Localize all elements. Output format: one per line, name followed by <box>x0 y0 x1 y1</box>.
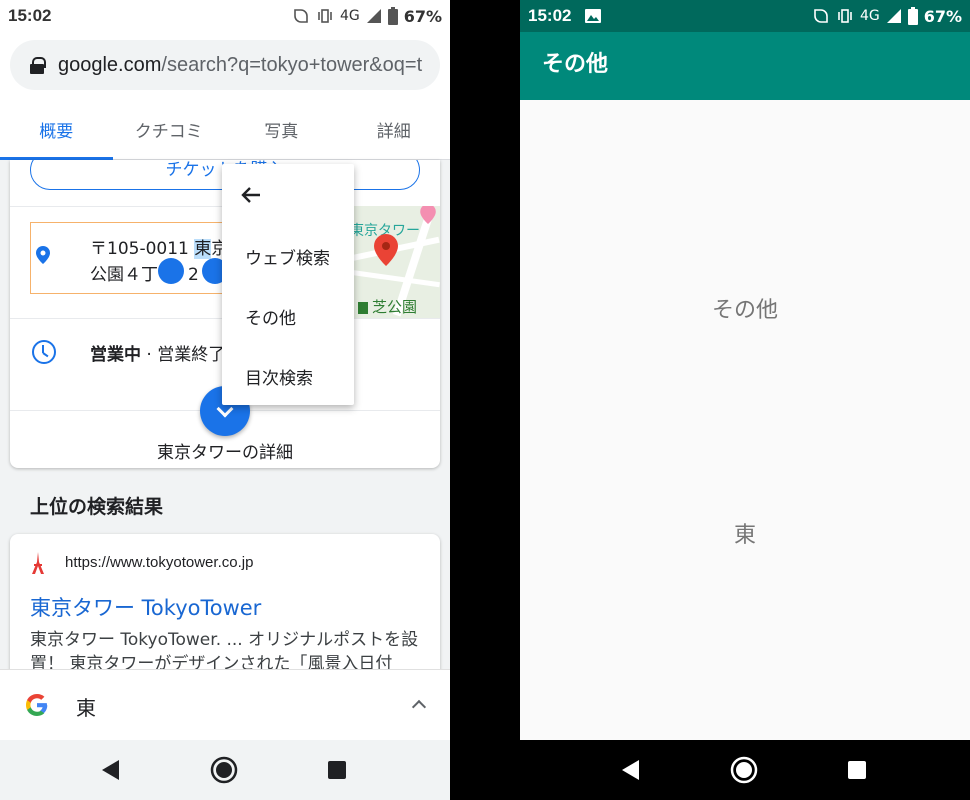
selection-handle-start[interactable] <box>158 258 184 284</box>
network-type: 4G <box>339 8 360 24</box>
clock-icon <box>32 340 56 364</box>
status-bar: 15:02 4G 67% <box>520 0 970 32</box>
text-selection-context-menu: ウェブ検索 その他 目次検索 <box>222 164 354 405</box>
result-title-link[interactable]: 東京タワー TokyoTower <box>30 592 261 622</box>
signal-icon <box>366 9 381 23</box>
nfc-icon <box>814 9 828 23</box>
tokyo-tower-favicon <box>32 552 44 574</box>
status-time: 15:02 <box>8 6 52 25</box>
battery-icon <box>387 7 398 25</box>
signal-icon <box>886 9 901 23</box>
lock-icon <box>30 57 46 74</box>
map-marker-icon <box>374 234 398 266</box>
vibrate-icon <box>838 9 852 23</box>
menu-item-other[interactable]: その他 <box>245 304 296 329</box>
menu-item-web-search[interactable]: ウェブ検索 <box>245 244 330 269</box>
address-bar[interactable]: google.com/search?q=tokyo+tower&oq=t <box>10 40 440 90</box>
url-host: google.com <box>58 53 162 76</box>
address-line-1[interactable]: 〒105-0011 東京 <box>90 234 228 259</box>
result-url: https://www.tokyotower.co.jp <box>65 554 254 571</box>
nfc-icon <box>294 9 308 23</box>
back-nav-icon[interactable] <box>622 760 640 780</box>
network-type: 4G <box>859 8 880 24</box>
map-poi-icon <box>420 206 436 224</box>
address-line-2[interactable]: 公園４丁 2 – <box>90 260 213 285</box>
map-label-park: 芝公園 <box>358 296 417 317</box>
battery-icon <box>907 7 918 25</box>
status-time: 15:02 <box>528 6 572 25</box>
menu-item-index-search[interactable]: 目次検索 <box>245 364 313 389</box>
tap-to-search-bar[interactable]: 東 <box>0 669 450 740</box>
system-nav-bar <box>520 740 970 800</box>
selected-text: 東 <box>194 239 212 259</box>
content-value: 東 <box>733 523 756 548</box>
google-logo-icon <box>26 694 48 716</box>
recents-nav-icon[interactable] <box>848 761 866 779</box>
selected-query-text: 東 <box>76 696 96 720</box>
system-nav-bar <box>0 740 450 800</box>
home-nav-icon[interactable] <box>210 756 238 784</box>
right-phone-screen: 15:02 4G 67% その他 その他 東 <box>520 0 970 800</box>
location-pin-icon <box>36 246 50 264</box>
battery-percent: 67% <box>923 6 962 26</box>
back-nav-icon[interactable] <box>102 760 120 780</box>
image-notification-icon <box>585 9 602 23</box>
left-phone-screen: 15:02 4G 67% google.com/search?q=tokyo+t… <box>0 0 450 800</box>
battery-percent: 67% <box>403 6 442 26</box>
url-path: /search?q=tokyo+tower&oq=t <box>161 53 423 76</box>
status-bar: 15:02 4G 67% <box>0 0 450 32</box>
home-nav-icon[interactable] <box>730 756 758 784</box>
chevron-up-icon[interactable] <box>411 699 427 715</box>
map-thumbnail[interactable]: 東京タワー 芝公園 <box>350 206 440 318</box>
details-link[interactable]: 東京タワーの詳細 <box>10 438 440 463</box>
browser-toolbar: google.com/search?q=tokyo+tower&oq=t <box>0 32 450 100</box>
tab-photos[interactable]: 写真 <box>225 100 338 159</box>
section-heading: 上位の検索結果 <box>30 496 164 518</box>
tab-details[interactable]: 詳細 <box>338 100 451 159</box>
opening-hours: 営業中 · 営業終了 <box>90 345 226 365</box>
recents-nav-icon[interactable] <box>328 761 346 779</box>
content-label: その他 <box>711 298 778 323</box>
tab-reviews[interactable]: クチコミ <box>113 100 226 159</box>
arrow-left-icon[interactable] <box>240 184 262 206</box>
tab-overview[interactable]: 概要 <box>0 100 113 160</box>
app-bar-title: その他 <box>520 32 970 100</box>
knowledge-panel-tabs: 概要 クチコミ 写真 詳細 <box>0 100 450 160</box>
vibrate-icon <box>318 9 332 23</box>
